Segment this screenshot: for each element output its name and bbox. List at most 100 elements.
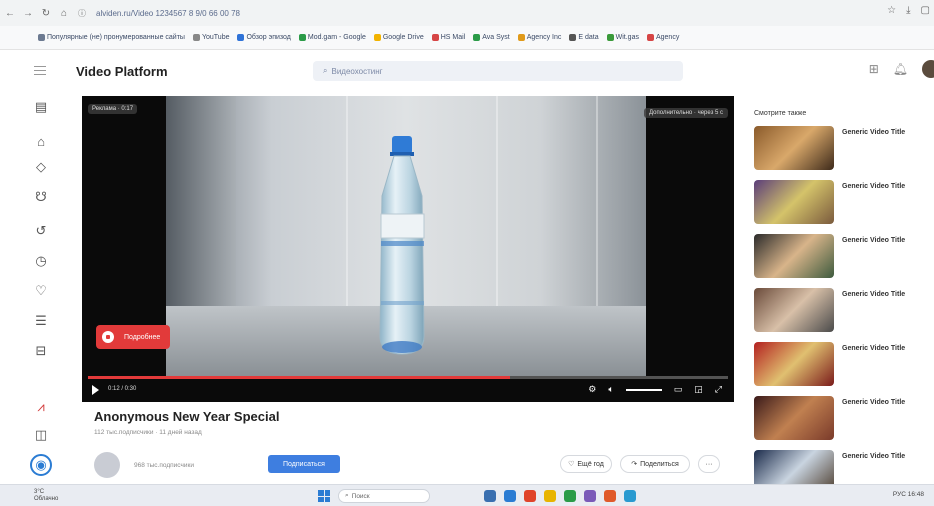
video-player[interactable]: Реклама · 0:17 Дополнительно · через 5 с…	[82, 96, 734, 402]
recommendation-item[interactable]: Generic Video Title	[754, 342, 934, 386]
recommendation-title[interactable]: Generic Video Title	[842, 453, 905, 460]
recommendation-thumbnail[interactable]	[754, 180, 834, 224]
window-icon[interactable]: ▢	[921, 5, 930, 16]
taskbar-search-label: Поиск	[351, 492, 370, 500]
start-menu-icon[interactable]	[318, 490, 330, 502]
recommendation-title[interactable]: Generic Video Title	[842, 129, 905, 136]
fullscreen-icon[interactable]: ⤢	[715, 384, 722, 395]
recommendation-title[interactable]: Generic Video Title	[842, 291, 905, 298]
taskbar-app-icon[interactable]	[544, 490, 556, 502]
recommendation-item[interactable]: Generic Video Title	[754, 396, 934, 440]
bookmark-favicon-icon	[298, 34, 306, 41]
bookmark-item[interactable]: Agency	[646, 34, 680, 41]
bookmark-label: Agency	[655, 34, 680, 41]
bookmark-item[interactable]: Google Drive	[373, 34, 424, 41]
volume-slider[interactable]	[625, 388, 662, 391]
history-icon[interactable]: ↺	[30, 220, 52, 242]
progress-bar[interactable]	[88, 376, 728, 379]
bookmark-item[interactable]: Wit.gas	[606, 34, 639, 41]
recommendation-title[interactable]: Generic Video Title	[842, 183, 905, 190]
bookmark-favicon-icon	[473, 34, 481, 41]
home-icon[interactable]: ⌂	[56, 5, 72, 21]
bookmark-item[interactable]: Обзор эпизод	[237, 34, 291, 41]
taskbar-app-icon[interactable]	[564, 490, 576, 502]
recommendation-thumbnail[interactable]	[754, 288, 834, 332]
volume-icon[interactable]: 🔈︎	[608, 384, 613, 395]
taskbar-app-icon[interactable]	[584, 490, 596, 502]
download-icon[interactable]: ⤓	[906, 5, 910, 16]
playlist-icon[interactable]: ☰	[30, 310, 52, 332]
subscriptions-icon[interactable]: ▤	[30, 96, 52, 118]
taskbar-app-icon[interactable]	[484, 490, 496, 502]
bookmark-favicon-icon	[192, 34, 200, 41]
channel-avatar[interactable]	[94, 452, 120, 478]
user-avatar[interactable]	[922, 60, 934, 78]
forward-icon[interactable]: →	[20, 5, 36, 21]
video-frame	[166, 96, 646, 376]
recommendation-item[interactable]: Generic Video Title	[754, 126, 934, 170]
bookmark-star-icon[interactable]: ☆	[887, 5, 896, 16]
miniplayer-icon[interactable]: ◲	[694, 384, 703, 395]
play-icon[interactable]	[92, 385, 99, 395]
water-bottle	[379, 136, 425, 355]
search-input[interactable]: ⌕ Видеохостинг	[313, 61, 683, 81]
system-tray[interactable]: РУС 16:48	[893, 491, 924, 498]
bookmark-item[interactable]: Mod.gam - Google	[298, 34, 366, 41]
taskbar-app-icon[interactable]	[624, 490, 636, 502]
reload-icon[interactable]: ↻	[38, 5, 54, 21]
bookmark-item[interactable]: Популярные (не) пронумерованные сайты	[38, 34, 185, 41]
recommendation-item[interactable]: Generic Video Title	[754, 180, 934, 224]
home-nav-icon[interactable]: ⌂	[30, 130, 52, 152]
site-info-icon[interactable]: ⓘ	[74, 5, 90, 21]
bookmark-item[interactable]: HS Mail	[431, 34, 466, 41]
watch-later-icon[interactable]: ◷	[30, 250, 52, 272]
share-button[interactable]: ↷ Поделиться	[620, 455, 690, 473]
recommendation-title[interactable]: Generic Video Title	[842, 345, 905, 352]
screen: ← → ↻ ⌂ ⓘ alviden.ru/Video 1234567 8 9/0…	[0, 0, 934, 506]
bookmark-favicon-icon	[431, 34, 439, 41]
bookmark-item[interactable]: Agency Inc	[517, 34, 561, 41]
address-bar[interactable]: alviden.ru/Video 1234567 8 9/0 66 00 78	[96, 5, 856, 21]
recommendation-item[interactable]: Generic Video Title	[754, 288, 934, 332]
share-label: Поделиться	[640, 460, 679, 468]
taskbar-search[interactable]: ⌕ Поиск	[338, 489, 430, 503]
recommendation-thumbnail[interactable]	[754, 396, 834, 440]
weather-widget[interactable]: 3°C Облачно	[34, 489, 58, 503]
recommendation-title[interactable]: Generic Video Title	[842, 399, 905, 406]
ad-more-button[interactable]: Подробнее	[96, 325, 171, 349]
recommendation-thumbnail[interactable]	[754, 126, 834, 170]
trending-icon[interactable]: ◇	[30, 156, 52, 178]
taskbar-app-icon[interactable]	[524, 490, 536, 502]
bookmark-item[interactable]: Ava Syst	[473, 34, 510, 41]
shorts-icon[interactable]: ☋	[30, 186, 52, 208]
recommendation-item[interactable]: Generic Video Title	[754, 234, 934, 278]
downloads-icon[interactable]: ⊟	[30, 340, 52, 362]
recommendation-thumbnail[interactable]	[754, 342, 834, 386]
subscribe-button[interactable]: Подписаться	[268, 455, 340, 473]
ad-badge: Реклама · 0:17	[88, 104, 138, 114]
recommendation-thumbnail[interactable]	[754, 234, 834, 278]
bookmark-label: HS Mail	[440, 34, 466, 41]
like-button[interactable]: ♡ Ещё год	[560, 455, 612, 473]
more-actions-button[interactable]: ···	[698, 455, 720, 473]
search-icon: ⌕	[345, 492, 349, 499]
settings-gear-icon[interactable]: ⚙	[588, 384, 596, 395]
taskbar-app-icon[interactable]	[504, 490, 516, 502]
recommendation-title[interactable]: Generic Video Title	[842, 237, 905, 244]
taskbar-app-icon[interactable]	[604, 490, 616, 502]
apps-grid-icon[interactable]: ⊞	[869, 62, 879, 76]
back-icon[interactable]: ←	[2, 5, 18, 21]
notification-icon[interactable]: 🔔︎	[893, 62, 908, 76]
profile-icon[interactable]: ◉	[30, 454, 52, 476]
bookmark-item[interactable]: YouTube	[192, 34, 229, 41]
bookmark-label: Mod.gam - Google	[307, 34, 366, 41]
bookmark-label: Популярные (не) пронумерованные сайты	[47, 34, 185, 41]
library-icon[interactable]: ◫	[30, 424, 52, 446]
skip-ad-badge[interactable]: Дополнительно · через 5 с	[644, 108, 728, 118]
bookmark-item[interactable]: E data	[569, 34, 599, 41]
subtitles-icon[interactable]: ▭	[674, 384, 683, 395]
menu-icon[interactable]	[34, 66, 46, 75]
music-icon[interactable]: ⩘	[30, 396, 52, 418]
liked-icon[interactable]: ♡	[30, 280, 52, 302]
player-controls: 0:12 / 0:30 ⚙ 🔈︎ ▭ ◲ ⤢	[82, 380, 734, 402]
